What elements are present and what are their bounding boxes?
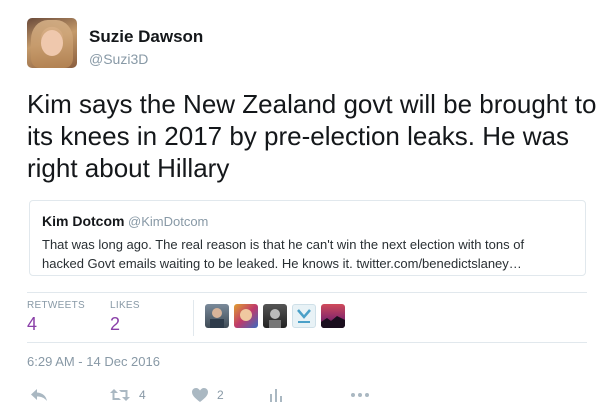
likes-label[interactable]: LIKES [110, 300, 140, 311]
quoted-text-line-2: hacked Govt emails waiting to be leaked.… [42, 256, 522, 271]
quoted-text-line-1: That was long ago. The real reason is th… [42, 237, 525, 252]
analytics-icon [270, 389, 282, 402]
avatar-logo-icon[interactable] [292, 304, 316, 328]
author-avatar[interactable] [27, 18, 77, 68]
stats-separator [193, 300, 194, 336]
stats-top-divider [27, 292, 587, 293]
like-button[interactable]: 2 [191, 386, 224, 404]
avatar-sunset-icon[interactable] [321, 304, 345, 328]
likes-count[interactable]: 2 [110, 314, 120, 335]
like-count: 2 [217, 388, 224, 402]
retweet-icon [110, 389, 130, 401]
reply-icon [31, 389, 47, 401]
heart-icon [192, 388, 208, 402]
tweet-text: Kim says the New Zealand govt will be br… [27, 89, 597, 183]
avatar-colorful-icon[interactable] [234, 304, 258, 328]
retweets-label[interactable]: RETWEETS [27, 300, 85, 311]
author-handle[interactable]: @Suzi3D [89, 51, 148, 67]
avatar-bw-icon[interactable] [263, 304, 287, 328]
retweet-button[interactable]: 4 [109, 386, 146, 404]
more-button[interactable] [350, 386, 370, 404]
analytics-button[interactable] [269, 386, 283, 404]
author-display-name[interactable]: Suzie Dawson [89, 27, 203, 47]
reply-button[interactable] [30, 386, 48, 404]
quoted-handle: @KimDotcom [128, 214, 209, 229]
retweet-count: 4 [139, 388, 146, 402]
stats-bottom-divider [27, 342, 587, 343]
avatar-man-icon[interactable] [205, 304, 229, 328]
more-icon [351, 393, 369, 397]
retweets-count[interactable]: 4 [27, 314, 37, 335]
quoted-text: That was long ago. The real reason is th… [42, 235, 577, 273]
quoted-tweet[interactable]: Kim Dotcom @KimDotcom That was long ago.… [29, 200, 586, 276]
quoted-display-name: Kim Dotcom [42, 213, 125, 229]
tweet-timestamp[interactable]: 6:29 AM - 14 Dec 2016 [27, 354, 160, 369]
